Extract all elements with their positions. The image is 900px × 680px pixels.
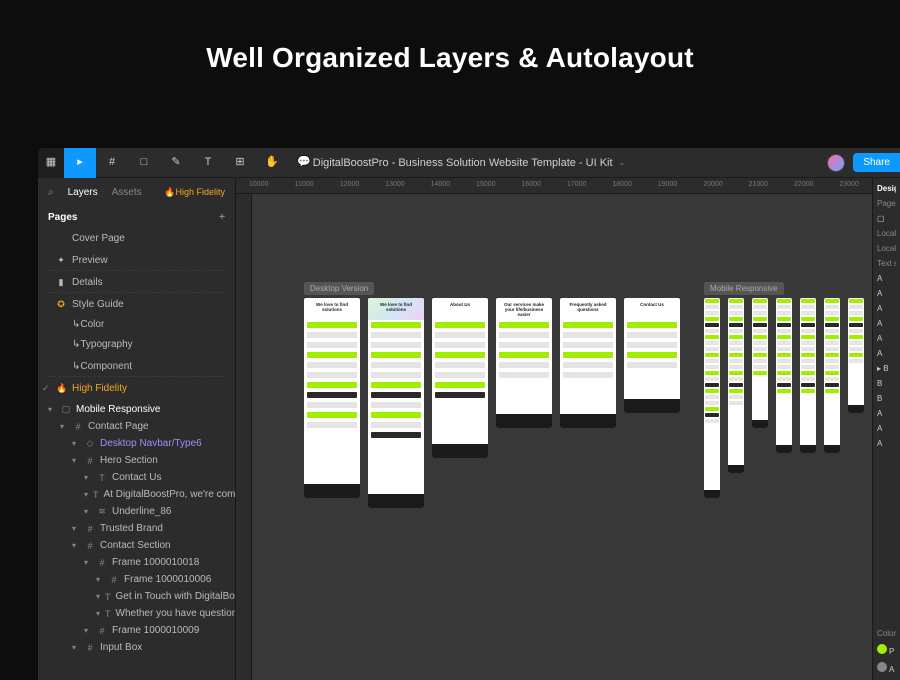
ruler-tick: 20000 — [690, 178, 735, 193]
promo-title: Well Organized Layers & Autolayout — [0, 0, 900, 108]
tab-layers[interactable]: Layers — [68, 187, 98, 198]
canvas-area[interactable]: 1000011000120001300014000150001600017000… — [236, 178, 872, 680]
chevron-down-icon: ⌄ — [619, 158, 626, 167]
frame-tool[interactable]: # — [96, 148, 128, 178]
ruler-tick: 10000 — [236, 178, 281, 193]
current-page-tag: 🔥High Fidelity — [164, 187, 225, 198]
artboard-mobile[interactable] — [848, 298, 864, 413]
local-styles-label: Local — [877, 244, 896, 253]
page-item[interactable]: ↳Component — [48, 357, 225, 377]
ruler-tick: 13000 — [372, 178, 417, 193]
ruler-tick: 16000 — [509, 178, 554, 193]
layer-row[interactable]: ▾#Trusted Brand — [38, 520, 235, 537]
layer-row[interactable]: ▾◇Desktop Navbar/Type6 — [38, 435, 235, 452]
artboard-mobile[interactable] — [728, 298, 744, 473]
tab-design[interactable]: Desig — [877, 184, 896, 193]
local-variables-label: Local — [877, 229, 896, 238]
artboard-mobile[interactable] — [800, 298, 816, 453]
page-item[interactable]: ✪Style Guide — [38, 295, 235, 315]
hand-tool[interactable]: ✋ — [256, 148, 288, 178]
artboard-desktop[interactable]: Our services make your life/business eas… — [496, 298, 552, 428]
layer-row[interactable]: ▾#Frame 1000010009 — [38, 622, 235, 639]
section-label-mobile[interactable]: Mobile Responsive — [704, 282, 784, 295]
page-item[interactable]: ↳Typography — [38, 335, 235, 355]
ruler-vertical — [236, 194, 252, 680]
pages-header[interactable]: Pages — [48, 212, 77, 223]
ruler-tick: 21000 — [736, 178, 781, 193]
artboard-desktop[interactable]: Contact Us — [624, 298, 680, 413]
ruler-tick: 11000 — [281, 178, 326, 193]
add-page-button[interactable]: + — [219, 212, 225, 223]
page-item[interactable]: ▮Details — [48, 273, 225, 293]
artboard-desktop[interactable]: We love to find solutions — [304, 298, 360, 498]
layer-row[interactable]: ▾#Input Box — [38, 639, 235, 656]
layer-row[interactable]: ▾≋Underline_86 — [38, 503, 235, 520]
ruler-tick: 15000 — [463, 178, 508, 193]
ruler-tick: 22000 — [781, 178, 826, 193]
tab-assets[interactable]: Assets — [112, 187, 142, 198]
page-section-label: Page — [877, 199, 896, 208]
ruler-tick: 19000 — [645, 178, 690, 193]
move-tool[interactable]: ▸ — [64, 148, 96, 178]
layer-row[interactable]: ▾TWhether you have questions ... — [38, 605, 235, 622]
artboard-desktop[interactable]: About Us — [432, 298, 488, 458]
artboard-desktop[interactable]: We love to find solutions — [368, 298, 424, 508]
canvas[interactable]: Desktop Version Mobile Responsive We lov… — [252, 194, 872, 680]
artboard-mobile[interactable] — [752, 298, 768, 428]
layer-row[interactable]: ▾TGet in Touch with DigitalBoos... — [38, 588, 235, 605]
section-label-desktop[interactable]: Desktop Version — [304, 282, 374, 295]
document-title[interactable]: DigitalBoostPro - Business Solution Webs… — [313, 157, 626, 169]
right-panel: Desig Page ▢ Local Local Text s AAA AAA … — [872, 178, 900, 680]
figma-logo-menu[interactable]: ▦ — [38, 148, 64, 178]
page-item[interactable]: ↳Color — [38, 315, 235, 335]
ruler-tick: 12000 — [327, 178, 372, 193]
layer-row[interactable]: ▾#Contact Page — [38, 418, 235, 435]
ruler-tick: 18000 — [599, 178, 644, 193]
layer-row[interactable]: ▾TContact Us — [38, 469, 235, 486]
share-button[interactable]: Share — [853, 153, 900, 172]
search-icon[interactable]: ⌕ — [48, 187, 54, 198]
layer-row[interactable]: ▾TAt DigitalBoostPro, we're committed to… — [38, 486, 235, 503]
figma-app-window: ▦ ▸ # □ ✎ T ⊞ ✋ 💬 DigitalBoostPro - Busi… — [38, 148, 900, 680]
shape-tool[interactable]: □ — [128, 148, 160, 178]
artboard-mobile[interactable] — [704, 298, 720, 498]
page-item[interactable]: Cover Page — [38, 229, 235, 249]
artboard-mobile[interactable] — [824, 298, 840, 453]
ruler-tick: 17000 — [554, 178, 599, 193]
layer-row[interactable]: ▾#Frame 1000010006 — [38, 571, 235, 588]
user-avatar[interactable] — [827, 154, 845, 172]
layer-row[interactable]: ▾#Frame 1000010018 — [38, 554, 235, 571]
layer-row[interactable]: ▾#Contact Section — [38, 537, 235, 554]
text-styles-label: Text s — [877, 259, 896, 268]
toolbar: ▦ ▸ # □ ✎ T ⊞ ✋ 💬 DigitalBoostPro - Busi… — [38, 148, 900, 178]
page-item[interactable]: ✦Preview — [48, 251, 225, 271]
pen-tool[interactable]: ✎ — [160, 148, 192, 178]
pages-list: Cover Page ✦Preview ▮Details ✪Style Guid… — [38, 229, 235, 399]
layer-row[interactable]: ▾#Hero Section — [38, 452, 235, 469]
page-item-current[interactable]: 🔥High Fidelity — [38, 379, 235, 399]
ruler-tick: 14000 — [418, 178, 463, 193]
ruler-horizontal: 1000011000120001300014000150001600017000… — [236, 178, 872, 194]
layers-tree: ▾▢Mobile Responsive▾#Contact Page▾◇Deskt… — [38, 399, 235, 680]
artboard-mobile[interactable] — [776, 298, 792, 453]
artboard-desktop[interactable]: Frequently asked questions — [560, 298, 616, 428]
text-tool[interactable]: T — [192, 148, 224, 178]
ruler-tick: 23000 — [826, 178, 871, 193]
color-swatch-accent[interactable]: A — [877, 662, 896, 674]
resources-tool[interactable]: ⊞ — [224, 148, 256, 178]
layer-row[interactable]: ▾▢Mobile Responsive — [38, 401, 235, 418]
color-swatch-primary[interactable]: P — [877, 644, 896, 656]
mobile-artboards — [704, 298, 864, 498]
left-panel: ⌕ Layers Assets 🔥High Fidelity Pages + C… — [38, 178, 236, 680]
desktop-artboards: We love to find solutionsWe love to find… — [304, 298, 680, 508]
color-styles-label: Color — [877, 629, 896, 638]
